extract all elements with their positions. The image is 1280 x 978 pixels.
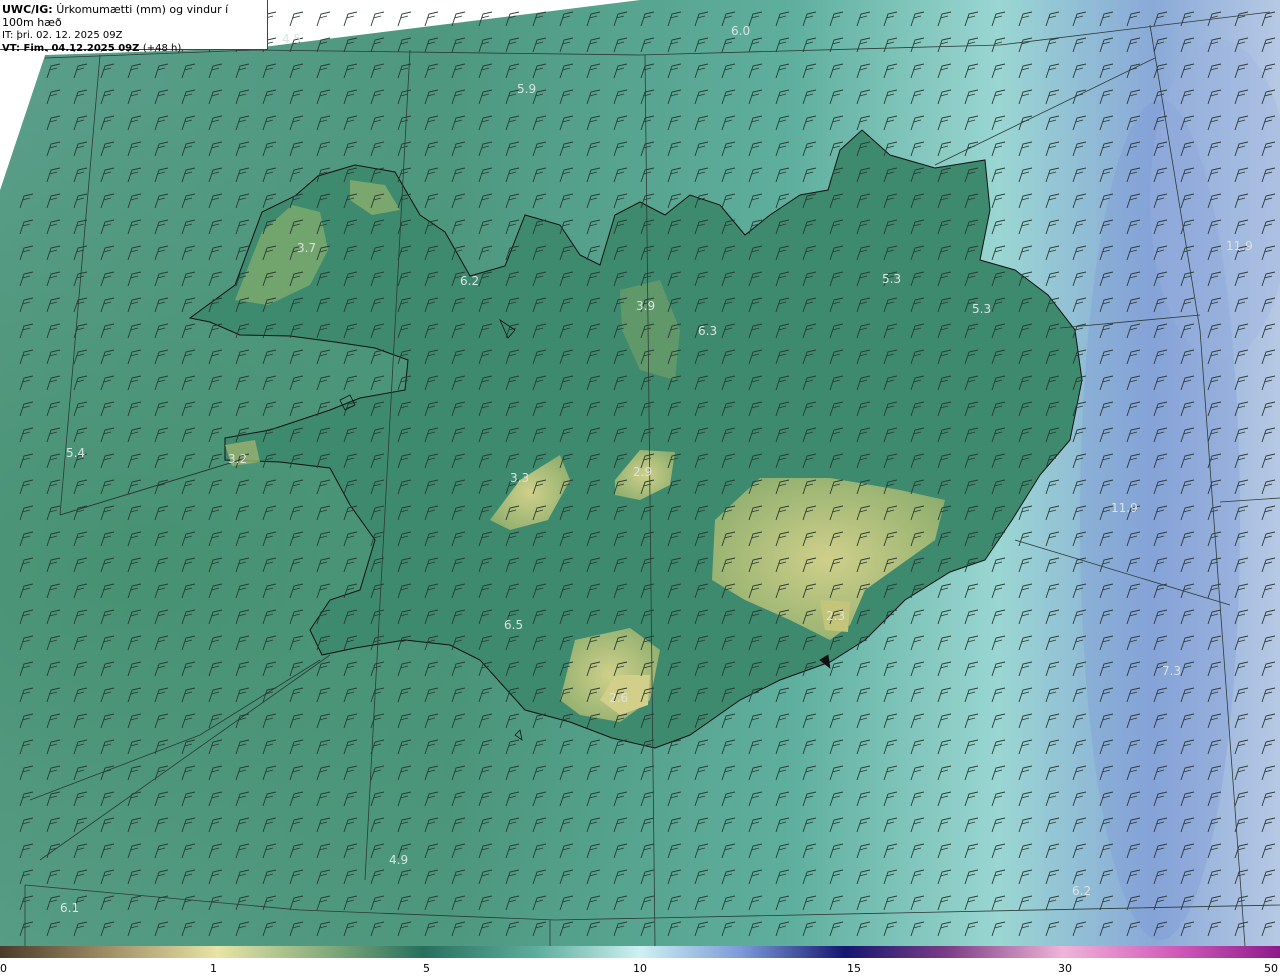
valid-time: VT: Fim. 04.12.2025 09Z (+48 h) — [2, 42, 263, 55]
wind-barb — [370, 11, 385, 27]
value-label: 6.0 — [731, 24, 751, 38]
value-label: 4.5 — [282, 32, 302, 46]
wind-barb — [316, 11, 331, 27]
value-label: 3.7 — [297, 241, 317, 255]
colorbar-tick: 1 — [210, 962, 217, 975]
issue-time: IT: þri. 02. 12. 2025 09Z — [2, 30, 123, 41]
value-label: 7.3 — [1162, 664, 1182, 678]
value-label: 3.3 — [510, 471, 530, 485]
title-line: UWC/IG: Úrkomumætti (mm) og vindur í 100… — [2, 3, 263, 29]
value-label: 11.9 — [1111, 501, 1138, 515]
value-label: 5.9 — [517, 82, 537, 96]
value-label: 2.9 — [633, 465, 653, 479]
value-label: 6.3 — [698, 324, 718, 338]
wind-barb — [424, 11, 439, 27]
colorbar-tick: 15 — [847, 962, 861, 975]
value-label: 5.3 — [972, 302, 992, 316]
value-label: 6.2 — [460, 274, 480, 288]
wind-barb — [289, 11, 304, 27]
wind-barb — [397, 11, 412, 27]
value-label: 3.9 — [636, 299, 656, 313]
colorbar-tick: 5 — [423, 962, 430, 975]
value-label: 6.1 — [60, 901, 80, 915]
value-label: 6.2 — [1072, 884, 1092, 898]
value-label: 6.5 — [504, 618, 524, 632]
value-label: 5.3 — [882, 272, 902, 286]
colorbar-tick: 30 — [1058, 962, 1072, 975]
value-label: 5.4 — [66, 446, 86, 460]
value-label: 3.2 — [228, 452, 248, 466]
colorbar-tick: 10 — [633, 962, 647, 975]
valid-time-text: VT: Fim. 04.12.2025 09Z — [2, 43, 140, 54]
precipitation-colorbar — [0, 946, 1280, 958]
colorbar-tick: 50 — [1264, 962, 1278, 975]
value-label: 2.3 — [826, 609, 846, 623]
map-header: UWC/IG: Úrkomumætti (mm) og vindur í 100… — [0, 0, 268, 54]
model-name: UWC/IG: — [2, 3, 53, 16]
lead-time: (+48 h) — [142, 43, 182, 54]
value-label: 2.6 — [609, 691, 629, 705]
colorbar-tick: 0 — [0, 962, 7, 975]
value-label: 4.9 — [389, 853, 409, 867]
wind-barb — [343, 11, 358, 27]
value-label: 11.9 — [1226, 239, 1253, 253]
